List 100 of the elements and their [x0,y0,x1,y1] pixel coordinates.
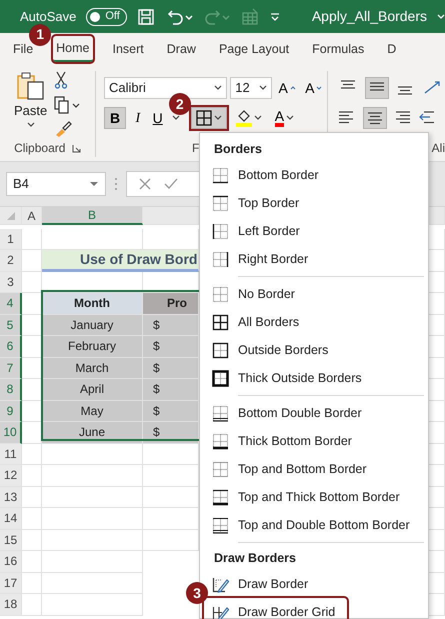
font-size-dropdown[interactable]: 12 [230,77,272,99]
row-header[interactable]: 8 [0,379,22,400]
caret-icon [286,114,294,122]
italic-button[interactable]: I [132,107,144,129]
empty-cell[interactable] [42,444,143,465]
empty-cell[interactable] [42,530,143,551]
dialog-launcher-icon[interactable] [72,144,81,152]
row-header[interactable]: 16 [0,551,22,572]
row-header[interactable]: 12 [0,465,22,486]
empty-cell[interactable] [22,444,42,465]
copy-icon[interactable] [54,96,80,114]
column-header[interactable]: A [22,207,42,225]
font-color-button[interactable]: A [272,107,298,129]
menu-item[interactable]: Top and Thick Bottom Border [200,483,428,511]
menu-item[interactable]: Top and Double Bottom Border [200,511,428,539]
row-header[interactable]: 11 [0,444,22,465]
menu-item[interactable]: Top and Bottom Border [200,455,428,483]
menu-item[interactable]: Top Border [200,189,428,217]
row-header[interactable]: 3 [0,272,22,293]
table-icon [240,8,259,26]
empty-cell[interactable] [42,486,143,508]
cancel-icon[interactable] [139,178,151,190]
ribbon-tab[interactable]: Draw [164,36,199,62]
font-name-dropdown[interactable]: Calibri [104,77,227,99]
select-all-icon[interactable] [6,210,16,220]
table-cell: $ [143,314,199,336]
row-header[interactable]: 18 [0,594,22,616]
top-double-bottom-border-icon [212,516,229,534]
grow-font-button[interactable]: A [276,77,299,99]
empty-cell[interactable] [22,272,42,293]
paste-icon[interactable] [16,71,46,101]
outside-borders-icon [212,342,229,358]
caret-icon [259,84,268,92]
menu-item[interactable]: Thick Outside Borders [200,364,428,392]
top-border-icon [212,194,229,212]
menu-item[interactable]: Right Border [200,245,428,273]
empty-cell[interactable] [22,530,42,551]
empty-cell[interactable] [42,572,143,594]
row-header[interactable]: 7 [0,358,22,379]
row-header[interactable]: 14 [0,508,22,530]
empty-cell[interactable] [22,594,42,616]
table-cell: April [42,379,143,400]
empty-cell[interactable] [42,551,143,572]
save-icon[interactable] [136,8,155,26]
row-header[interactable]: 1 [0,228,22,250]
borders-button[interactable] [190,107,227,129]
scissors-icon[interactable] [54,71,68,89]
middle-align-button[interactable] [364,77,388,99]
top-bottom-border-icon [212,460,229,478]
empty-cell[interactable] [42,594,143,616]
row-header[interactable]: 10 [0,422,22,444]
row-header[interactable]: 5 [0,314,22,336]
paste-label: Paste [14,102,48,120]
row-header[interactable]: 4 [0,293,22,314]
menu-item[interactable]: No Border [200,280,428,308]
empty-cell[interactable] [22,572,42,594]
group-label: Ali [432,141,445,155]
empty-cell[interactable] [22,465,42,486]
row-header[interactable]: 15 [0,530,22,551]
caret-icon[interactable] [26,120,35,128]
underline-button[interactable]: U [150,107,166,129]
menu-item[interactable]: Left Border [200,217,428,245]
name-box[interactable]: B4 [6,172,106,196]
menu-item[interactable]: Bottom Border [200,161,428,189]
empty-cell[interactable] [22,228,42,250]
shrink-font-button[interactable]: A [302,77,326,99]
menu-item[interactable]: Thick Bottom Border [200,427,428,455]
ribbon-tab[interactable]: Insert [110,36,147,62]
row-header[interactable]: 17 [0,572,22,594]
bold-button[interactable]: B [104,107,126,129]
thick-outside-borders-icon [212,370,229,386]
enter-icon[interactable] [164,178,178,190]
empty-cell[interactable] [42,508,143,530]
table-cell: $ [143,422,199,444]
menu-item[interactable]: Bottom Double Border [200,399,428,427]
font-name: Calibri [109,79,146,98]
format-painter-icon[interactable] [54,120,72,138]
ribbon-tab[interactable]: D [384,36,400,62]
row-header[interactable]: 6 [0,336,22,358]
column-header[interactable]: B [42,207,143,225]
empty-cell[interactable] [22,508,42,530]
group-label: Clipboard [14,140,66,157]
row-header[interactable]: 9 [0,400,22,422]
row-header[interactable]: 2 [0,250,22,272]
empty-cell[interactable] [22,486,42,508]
more-icon [114,177,118,191]
ribbon-tab[interactable]: Page Layout [216,36,292,62]
center-button[interactable] [362,107,386,129]
row-header[interactable]: 13 [0,486,22,508]
empty-cell[interactable] [22,551,42,572]
customize-icon[interactable] [268,10,281,22]
table-header: Month [42,293,143,314]
menu-item[interactable]: All Borders [200,308,428,336]
ribbon-tab[interactable]: Formulas [309,36,368,62]
empty-cell[interactable] [42,465,143,486]
caret-icon[interactable] [172,114,180,122]
autosave-toggle[interactable]: Off [86,8,127,26]
menu-item[interactable]: Outside Borders [200,336,428,364]
ribbon-tab[interactable]: Home [53,36,92,62]
callout-badge: 3 [186,582,208,604]
